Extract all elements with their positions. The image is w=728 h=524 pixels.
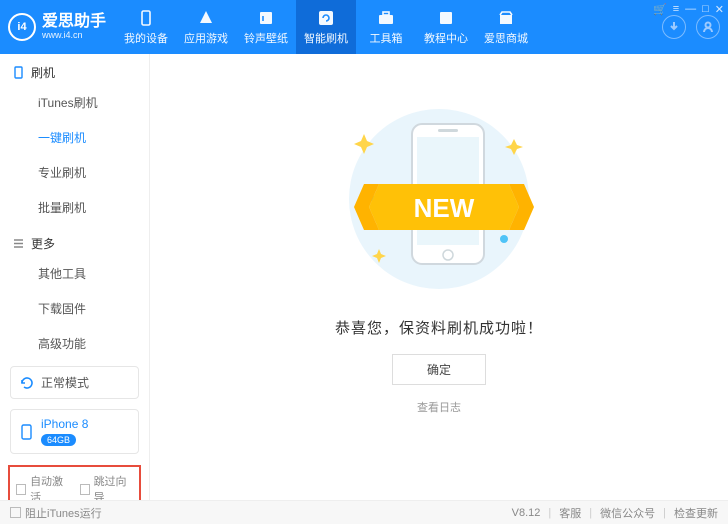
tab-label: 教程中心 (424, 30, 468, 46)
window-controls: 🛒 ≡ — □ ✕ (653, 3, 724, 16)
view-log-link[interactable]: 查看日志 (417, 399, 461, 415)
menu-icon (12, 237, 25, 250)
sidebar-item-other-tools[interactable]: 其他工具 (0, 256, 149, 291)
user-icon (702, 21, 714, 33)
tab-toolbox[interactable]: 工具箱 (356, 0, 416, 54)
sidebar-item-advanced[interactable]: 高级功能 (0, 326, 149, 361)
footer-link-wechat[interactable]: 微信公众号 (600, 505, 655, 521)
account-button[interactable] (696, 15, 720, 39)
header-right (662, 15, 720, 39)
sidebar-group-more: 更多 (0, 225, 149, 256)
device-storage-badge: 64GB (41, 434, 76, 446)
tab-label: 应用游戏 (184, 30, 228, 46)
mode-label: 正常模式 (41, 374, 89, 391)
main-panel: NEW 恭喜您，保资料刷机成功啦！ 确定 查看日志 (150, 54, 728, 500)
brand-url: www.i4.cn (42, 30, 106, 40)
sidebar-item-pro-flash[interactable]: 专业刷机 (0, 155, 149, 190)
store-icon (497, 9, 515, 27)
success-illustration: NEW (304, 89, 574, 299)
download-icon (668, 21, 680, 33)
tab-my-device[interactable]: 我的设备 (116, 0, 176, 54)
book-icon (437, 9, 455, 27)
settings-icon[interactable]: ≡ (673, 3, 679, 16)
status-bar: 阻止iTunes运行 V8.12 | 客服 | 微信公众号 | 检查更新 (0, 500, 728, 524)
footer-link-support[interactable]: 客服 (559, 505, 581, 521)
banner-text: NEW (414, 193, 475, 223)
tab-label: 工具箱 (370, 30, 403, 46)
tab-label: 爱思商城 (484, 30, 528, 46)
checkbox-icon (16, 484, 26, 495)
tab-label: 铃声壁纸 (244, 30, 288, 46)
version-label: V8.12 (512, 507, 541, 519)
sidebar-item-batch-flash[interactable]: 批量刷机 (0, 190, 149, 225)
device-box[interactable]: iPhone 8 64GB (10, 409, 139, 454)
minimize-icon[interactable]: — (685, 3, 696, 16)
device-icon (19, 424, 35, 440)
close-icon[interactable]: ✕ (715, 3, 724, 16)
toolbox-icon (377, 9, 395, 27)
app-body: 刷机 iTunes刷机 一键刷机 专业刷机 批量刷机 更多 其他工具 下载固件 … (0, 54, 728, 500)
device-name: iPhone 8 (41, 417, 88, 431)
note-icon (257, 9, 275, 27)
logo-icon: i4 (8, 13, 36, 41)
device-icon (137, 9, 155, 27)
group-title: 刷机 (31, 64, 55, 81)
tab-wallpapers[interactable]: 铃声壁纸 (236, 0, 296, 54)
cart-icon[interactable]: 🛒 (653, 3, 667, 16)
footer-link-update[interactable]: 检查更新 (674, 505, 718, 521)
block-itunes-checkbox[interactable]: 阻止iTunes运行 (10, 505, 102, 521)
checkbox-label: 阻止iTunes运行 (25, 505, 102, 521)
sidebar-item-download-firmware[interactable]: 下载固件 (0, 291, 149, 326)
success-message: 恭喜您，保资料刷机成功啦！ (335, 317, 543, 338)
refresh-icon (317, 9, 335, 27)
tab-smart-flash[interactable]: 智能刷机 (296, 0, 356, 54)
checkbox-icon (10, 507, 21, 518)
sidebar-item-itunes-flash[interactable]: iTunes刷机 (0, 85, 149, 120)
checkbox-icon (80, 484, 90, 495)
sidebar-group-flash: 刷机 (0, 54, 149, 85)
tab-apps[interactable]: 应用游戏 (176, 0, 236, 54)
tab-store[interactable]: 爱思商城 (476, 0, 536, 54)
brand-name: 爱思助手 (42, 14, 106, 30)
group-title: 更多 (31, 235, 55, 252)
refresh-icon (19, 375, 35, 391)
tab-label: 我的设备 (124, 30, 168, 46)
sidebar-item-onekey-flash[interactable]: 一键刷机 (0, 120, 149, 155)
maximize-icon[interactable]: □ (702, 3, 709, 16)
download-button[interactable] (662, 15, 686, 39)
app-logo: i4 爱思助手 www.i4.cn (8, 13, 106, 41)
tab-label: 智能刷机 (304, 30, 348, 46)
top-nav: 我的设备 应用游戏 铃声壁纸 智能刷机 工具箱 教程中心 爱思商城 (116, 0, 536, 54)
mode-box[interactable]: 正常模式 (10, 366, 139, 399)
tab-tutorials[interactable]: 教程中心 (416, 0, 476, 54)
confirm-button[interactable]: 确定 (392, 354, 486, 385)
app-header: 🛒 ≡ — □ ✕ i4 爱思助手 www.i4.cn 我的设备 应用游戏 铃声… (0, 0, 728, 54)
sidebar: 刷机 iTunes刷机 一键刷机 专业刷机 批量刷机 更多 其他工具 下载固件 … (0, 54, 150, 500)
apps-icon (197, 9, 215, 27)
phone-icon (12, 66, 25, 79)
